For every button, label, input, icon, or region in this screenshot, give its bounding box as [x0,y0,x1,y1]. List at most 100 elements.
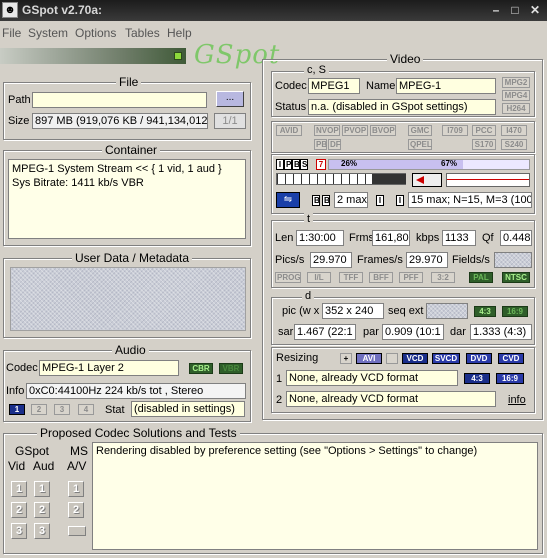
tag-interlaced: I/L [307,272,331,283]
tag-mpg4: MPG4 [502,90,530,101]
av-label: A/V [67,459,87,473]
fields-field [494,252,532,268]
user-data-panel: User Data / Metadata [3,251,251,338]
b-max-field: 2 max [334,192,368,208]
resize-row-1-field: None, already VCD format [286,370,458,386]
size-field: 897 MB (919,076 KB / 941,134,012 [32,113,208,129]
tag-avid: AVID [276,125,302,136]
dar-label: dar [450,326,466,338]
audio-stream-2[interactable]: 2 [31,404,47,415]
window-title: GSpot v2.70a: [22,3,103,17]
resize-cvd[interactable]: CVD [498,353,524,364]
resize-svcd[interactable]: SVCD [432,353,460,364]
len-label: Len [275,232,294,244]
qf-field: 0.448 [500,230,532,246]
seq-ext-field [426,303,468,319]
user-data-area[interactable] [10,267,246,331]
kbps-field: 1133 [442,230,476,246]
pics-label: Pics/s [275,254,305,266]
gop-i-icon-2: I [396,195,404,206]
flags-subpanel: AVID NVOP PVOP BVOP GMC I709 PCC I470 PB… [271,121,535,153]
gop-mode-icon[interactable]: ⇋ [276,192,300,208]
ms-av-1[interactable]: 1 [68,481,84,497]
logo-gradient-strip [0,48,186,64]
minimize-button[interactable]: – [488,3,504,17]
file-panel: File Path ... Size 897 MB (919,076 KB / … [3,75,251,140]
path-field[interactable] [32,92,207,108]
gspot-aud-3[interactable]: 3 [34,523,50,539]
close-button[interactable]: ✕ [527,3,543,17]
frames-label: Frames/s [357,254,403,266]
dimensions-subpanel: d pic (w x 352 x 240 seq ext 4:3 16:9 sa… [271,290,535,345]
audio-stream-1[interactable]: 1 [9,404,25,415]
resize-ar-16-9[interactable]: 16:9 [496,373,524,384]
gop-b-icon-1: B [312,195,320,206]
menu-bar: File System Options Tables Help [0,22,547,42]
app-icon: ☻ [2,2,18,18]
video-status-label: Status [275,101,307,113]
resize-vcd[interactable]: VCD [402,353,428,364]
tag-bvop: BVOP [370,125,396,136]
dar-field: 1.333 (4:3) [470,324,532,340]
audio-info-field: 0xC0:44100Hz 224 kb/s tot , Stereo [26,383,246,399]
tag-df: DF [328,139,341,150]
tag-pcc: PCC [472,125,496,136]
tag-s170: S170 [472,139,496,150]
video-legend: Video [387,52,424,66]
gspot-label: GSpot [15,444,50,458]
menu-tables[interactable]: Tables [125,26,160,40]
menu-help[interactable]: Help [167,26,192,40]
video-name-label: Name [366,80,396,92]
size-fraction: 1/1 [214,113,246,129]
gop-marker: 7 [316,159,326,170]
file-legend: File [116,75,142,89]
ms-av-blank[interactable] [68,526,86,536]
frame-type-p: P [284,159,292,170]
ms-av-2[interactable]: 2 [68,502,84,518]
sar-label: sar [278,326,294,338]
menu-file[interactable]: File [2,26,21,40]
container-panel: Container MPEG-1 System Stream << { 1 vi… [3,143,251,246]
menu-system[interactable]: System [28,26,68,40]
gspot-vid-3[interactable]: 3 [11,523,27,539]
proposed-codec-panel: Proposed Codec Solutions and Tests GSpot… [3,426,543,554]
title-bar[interactable]: ☻ GSpot v2.70a: – □ ✕ [0,0,547,21]
video-codec-label: Codec [275,80,307,92]
proposed-legend: Proposed Codec Solutions and Tests [37,426,240,440]
gspot-vid-2[interactable]: 2 [11,502,27,518]
fields-label: Fields/s [452,254,490,266]
size-label: Size [8,115,30,127]
bitrate-pct-2: 67% [441,159,458,168]
resize-ar-4-3[interactable]: 4:3 [464,373,490,384]
resize-blank-1[interactable] [386,353,398,364]
audio-info-label: Info [6,385,25,397]
audio-stream-3[interactable]: 3 [54,404,70,415]
maximize-button[interactable]: □ [507,3,523,17]
resize-plus-button[interactable]: + [340,353,352,364]
resize-dvd[interactable]: DVD [466,353,492,364]
resize-avi[interactable]: AVI [356,353,382,364]
tag-pal: PAL [469,272,493,283]
bitrate-pct-1: 26% [341,159,358,168]
gspot-aud-2[interactable]: 2 [34,502,50,518]
user-data-legend: User Data / Metadata [72,251,193,265]
status-led-icon [174,52,182,60]
resize-row-2-num: 2 [276,394,283,406]
qf-label: Qf [482,232,494,244]
seq-ext-label: seq ext [388,305,424,317]
resizing-label: Resizing [276,352,319,364]
audio-stream-4[interactable]: 4 [78,404,94,415]
menu-options[interactable]: Options [75,26,116,40]
resize-row-1-num: 1 [276,373,283,385]
gspot-aud-1[interactable]: 1 [34,481,50,497]
browse-button[interactable]: ... [216,91,244,107]
tag-pff: PFF [399,272,423,283]
proposed-message-area: Rendering disabled by preference setting… [92,442,538,550]
info-link[interactable]: info [508,394,526,406]
frame-type-s: S [300,159,308,170]
gspot-vid-1[interactable]: 1 [11,481,27,497]
vbr-indicator: VBR [219,363,243,374]
tag-i470: I470 [501,125,527,136]
sar-field: 1.467 (22:1 [294,324,356,340]
bitrate-bar-track: 26% 67% [328,159,530,170]
